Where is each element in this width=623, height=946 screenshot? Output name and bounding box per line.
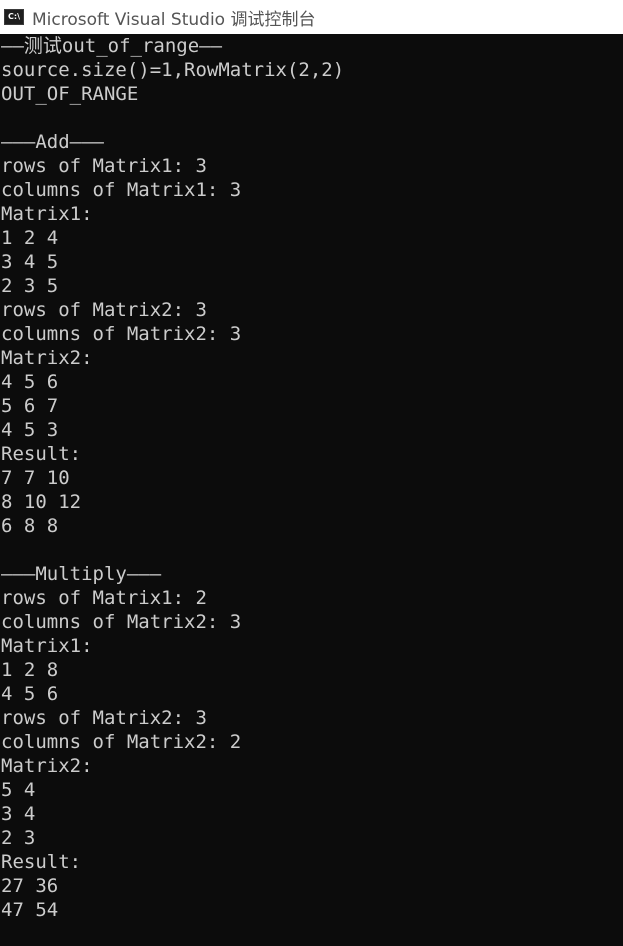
console-line: columns of Matrix1: 3 (1, 179, 242, 201)
console-line: ———Add——— (1, 131, 104, 153)
console-app-icon: C:\ (4, 9, 24, 25)
console-line: Result: (1, 851, 82, 873)
window-title: Microsoft Visual Studio 调试控制台 (32, 9, 316, 30)
console-line: 4 5 6 (1, 683, 59, 705)
console-line: rows of Matrix2: 3 (1, 299, 207, 321)
console-line: 1 2 4 (1, 227, 59, 249)
console-line: rows of Matrix2: 3 (1, 707, 207, 729)
console-line: 27 36 (1, 875, 59, 897)
console-line: columns of Matrix2: 2 (1, 731, 242, 753)
console-line: rows of Matrix1: 3 (1, 155, 207, 177)
console-output[interactable]: ——测试out_of_range—— source.size()=1,RowMat… (0, 34, 623, 946)
console-line: Matrix1: (1, 203, 93, 225)
console-line: 1 2 8 (1, 659, 59, 681)
console-line: Result: (1, 443, 82, 465)
console-line: Matrix2: (1, 347, 93, 369)
console-line: 4 5 3 (1, 419, 59, 441)
console-line: 47 54 (1, 899, 59, 921)
console-line: 3 4 (1, 803, 36, 825)
console-line: 4 5 6 (1, 371, 59, 393)
console-line: 5 4 (1, 779, 36, 801)
console-line: columns of Matrix2: 3 (1, 323, 242, 345)
console-line: 6 8 8 (1, 515, 59, 537)
console-line: ——测试out_of_range—— (1, 35, 223, 57)
console-window: C:\ Microsoft Visual Studio 调试控制台 ——测试ou… (0, 0, 623, 946)
console-line: 7 7 10 (1, 467, 70, 489)
console-line: 5 6 7 (1, 395, 59, 417)
console-line: 2 3 (1, 827, 36, 849)
console-line: 8 10 12 (1, 491, 82, 513)
console-line: 3 4 5 (1, 251, 59, 273)
console-line: OUT_OF_RANGE (1, 83, 139, 105)
console-line: Matrix1: (1, 635, 93, 657)
title-bar[interactable]: C:\ Microsoft Visual Studio 调试控制台 (0, 0, 623, 34)
console-line: columns of Matrix2: 3 (1, 611, 242, 633)
console-line: Matrix2: (1, 755, 93, 777)
console-line: rows of Matrix1: 2 (1, 587, 207, 609)
console-line: ———Multiply——— (1, 563, 162, 585)
console-line: 2 3 5 (1, 275, 59, 297)
console-app-icon-text: C:\ (8, 12, 20, 21)
console-line: source.size()=1,RowMatrix(2,2) (1, 59, 345, 81)
